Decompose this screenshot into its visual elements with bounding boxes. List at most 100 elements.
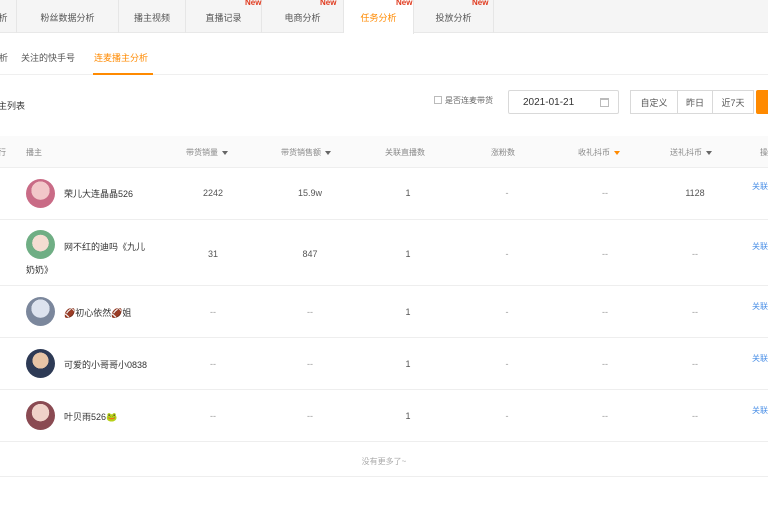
sort-caret-icon	[222, 150, 228, 155]
no-more-text: 没有更多了~	[361, 457, 407, 466]
gifts-received-cell: --	[602, 307, 608, 317]
subtab-lianmai-analysis[interactable]: 连麦播主分析	[94, 51, 148, 64]
subtab-followed-accounts[interactable]: 关注的快手号	[21, 51, 75, 64]
checkbox-label: 是否连麦带货	[445, 96, 493, 105]
tab-videos[interactable]: 播主视频	[119, 0, 186, 33]
top-tab-bar: 析 粉丝数据分析 播主视频 直播记录 电商分析 任务分析 投放分析 New Ne…	[0, 0, 768, 34]
header-fans: 涨粉数	[491, 148, 515, 157]
table-row: 可爱的小哥哥小0838 -- -- 1 - -- -- 关联	[0, 338, 768, 390]
header-gifts-sent[interactable]: 送礼抖币	[670, 147, 712, 158]
new-badge: New	[245, 0, 262, 7]
tab-label: 直播记录	[205, 13, 242, 23]
streamer-name[interactable]: 叶贝雨526🐸	[64, 410, 117, 423]
action-link[interactable]: 关联	[752, 241, 768, 252]
lives-cell: 1	[405, 359, 411, 369]
table-row: 叶贝雨526🐸 -- -- 1 - -- -- 关联	[0, 390, 768, 442]
tab-label: 电商分析	[284, 13, 321, 23]
fans-cell: -	[505, 307, 509, 317]
calendar-icon	[600, 98, 609, 107]
last-7-days-button[interactable]: 近7天	[712, 90, 754, 114]
header-label: 送礼抖币	[670, 148, 702, 157]
streamer-name[interactable]: 🏈初心依然🏈姐	[64, 306, 131, 319]
gifts-sent-cell: --	[692, 307, 698, 317]
amount-cell: --	[307, 411, 313, 421]
table-row: 🏈初心依然🏈姐 -- -- 1 - -- -- 关联	[0, 286, 768, 338]
sales-cell: --	[210, 359, 216, 369]
avatar	[26, 349, 55, 378]
action-link[interactable]: 关联	[752, 181, 768, 192]
subtab-analysis-partial[interactable]: 析	[0, 51, 8, 64]
lives-cell: 1	[405, 307, 411, 317]
action-link[interactable]: 关联	[752, 301, 768, 312]
sales-cell: --	[210, 411, 216, 421]
button-label: 自定义	[640, 98, 668, 108]
button-label: 昨日	[685, 98, 704, 108]
table-row: 网不红的迪吗《九儿 奶奶》 31 847 1 - -- -- 关联	[0, 220, 768, 286]
active-tab-underline	[93, 73, 153, 75]
section-title: 主列表	[0, 101, 26, 111]
sort-caret-icon	[706, 150, 712, 155]
header-streamer: 播主	[26, 148, 42, 157]
streamer-name[interactable]: 网不红的迪吗《九儿	[64, 240, 145, 253]
lianmai-checkbox[interactable]	[434, 96, 442, 104]
gifts-received-cell: --	[602, 249, 608, 259]
button-label: 近7天	[721, 98, 745, 108]
tab-analysis-partial[interactable]: 析	[0, 0, 17, 33]
avatar	[26, 230, 55, 259]
action-link[interactable]: 关联	[752, 353, 768, 364]
header-label: 带货销售额	[281, 148, 321, 157]
streamer-name[interactable]: 可爱的小哥哥小0838	[64, 358, 147, 371]
lives-cell: 1	[405, 411, 411, 421]
sort-caret-icon	[325, 150, 331, 155]
lives-cell: 1	[405, 188, 411, 198]
avatar	[26, 401, 55, 430]
avatar	[26, 297, 55, 326]
streamer-name-line2: 奶奶》	[26, 265, 54, 275]
amount-cell: 15.9w	[297, 188, 323, 198]
gifts-sent-cell: --	[692, 359, 698, 369]
sub-tab-bar: 析 关注的快手号 连麦播主分析	[0, 33, 768, 75]
amount-cell: --	[307, 359, 313, 369]
sales-cell: --	[210, 307, 216, 317]
header-amount[interactable]: 带货销售额	[281, 147, 331, 158]
yesterday-button[interactable]: 昨日	[677, 90, 713, 114]
new-badge: New	[396, 0, 413, 7]
amount-cell: --	[307, 307, 313, 317]
header-actions: 操	[760, 148, 768, 157]
sales-cell: 31	[207, 249, 218, 259]
action-link[interactable]: 关联	[752, 405, 768, 416]
tab-label: 析	[0, 13, 8, 23]
table-row: 荣儿大连晶晶526 2242 15.9w 1 - -- 1128 关联	[0, 168, 768, 220]
gifts-received-cell: --	[602, 359, 608, 369]
gifts-sent-cell: --	[692, 411, 698, 421]
custom-range-button[interactable]: 自定义	[630, 90, 678, 114]
fans-cell: -	[505, 188, 509, 198]
page: 析 粉丝数据分析 播主视频 直播记录 电商分析 任务分析 投放分析 New Ne…	[0, 0, 768, 510]
header-label: 收礼抖币	[578, 148, 610, 157]
tab-fans-data[interactable]: 粉丝数据分析	[17, 0, 119, 33]
header-lives: 关联直播数	[385, 148, 425, 157]
gifts-sent-cell: --	[692, 249, 698, 259]
fans-cell: -	[505, 411, 509, 421]
new-badge: New	[472, 0, 489, 7]
avatar	[26, 179, 55, 208]
tab-label: 任务分析	[360, 13, 397, 23]
gifts-sent-cell: 1128	[685, 188, 705, 198]
header-gifts-received[interactable]: 收礼抖币	[578, 147, 620, 158]
divider	[0, 476, 768, 477]
header-sales[interactable]: 带货销量	[186, 147, 228, 158]
gifts-received-cell: --	[602, 411, 608, 421]
amount-cell: 847	[302, 249, 318, 259]
fans-cell: -	[505, 249, 509, 259]
new-badge: New	[320, 0, 337, 7]
header-label: 带货销量	[186, 148, 218, 157]
sales-cell: 2242	[202, 188, 224, 198]
sort-caret-icon	[614, 150, 620, 155]
query-button[interactable]	[756, 90, 768, 114]
date-value: 2021-01-21	[523, 97, 575, 108]
tab-label: 粉丝数据分析	[40, 13, 95, 23]
streamer-name[interactable]: 荣儿大连晶晶526	[64, 187, 133, 200]
tab-label: 投放分析	[435, 13, 472, 23]
date-picker-input[interactable]: 2021-01-21	[508, 90, 619, 114]
fans-cell: -	[505, 359, 509, 369]
